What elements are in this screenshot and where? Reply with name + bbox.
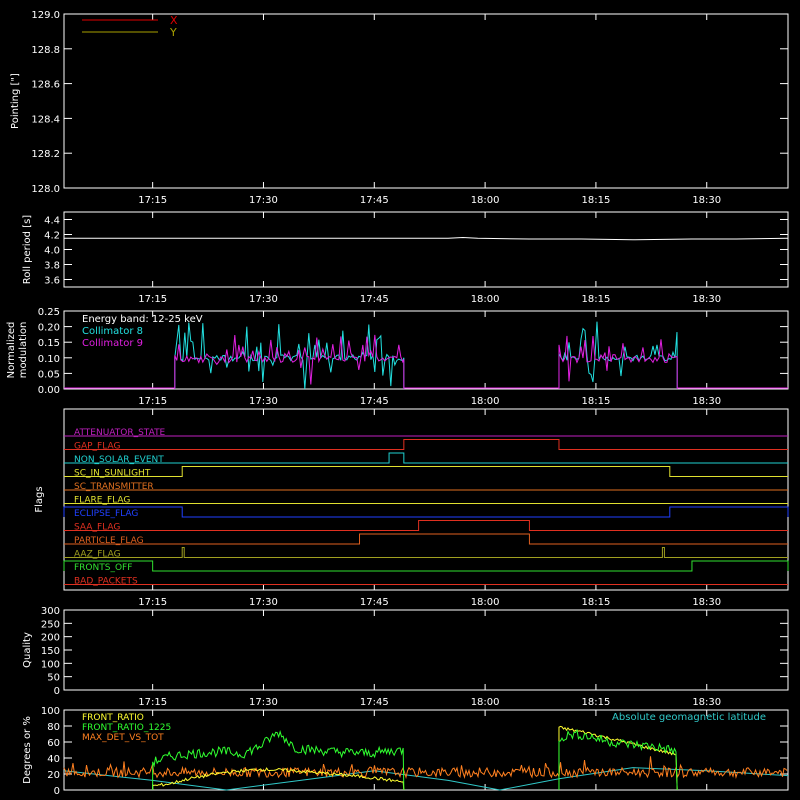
roll-ytick-label: 3.6: [44, 276, 60, 287]
modulation-xtick-label: 17:30: [249, 396, 278, 407]
roll-xtick-label: 18:30: [692, 294, 721, 305]
modulation-ytick-label: 0.20: [38, 323, 60, 334]
ratios-ytick-label: 100: [41, 706, 60, 717]
pointing-xtick-label: 18:30: [692, 195, 721, 206]
modulation-xtick-label: 17:15: [138, 396, 167, 407]
rhessi-quicklook-figure: 17:15 17:30 17:45 18:00 18:15 18:30 128.0 128.2…: [0, 0, 800, 800]
quality-ytick-label: 250: [41, 619, 60, 630]
roll-xtick-label: 18:00: [471, 294, 500, 305]
roll-ytick-label: 3.8: [44, 261, 60, 272]
modulation-xtick-label: 17:45: [360, 396, 389, 407]
ratios-ytick-label: 20: [47, 770, 60, 781]
modulation-legend-c8: Collimator 8: [82, 326, 143, 337]
modulation-ytick-label: 0.00: [38, 385, 60, 396]
ratios-legend-front-ratio-1225: FRONT_RATIO_1225: [82, 723, 171, 733]
roll-xtick-label: 17:15: [138, 294, 167, 305]
quality-xtick-label: 17:15: [138, 697, 167, 708]
quality-ytick-label: 150: [41, 646, 60, 657]
pointing-ytick-label: 128.4: [31, 114, 60, 125]
roll-xtick-label: 18:15: [582, 294, 611, 305]
ratios-legend-max-det-vs-tot: MAX_DET_VS_TOT: [82, 733, 164, 743]
roll-ylabel: Roll period [s]: [22, 215, 33, 284]
pointing-ylabel: Pointing ["]: [10, 73, 21, 129]
pointing-ytick-label: 128.6: [31, 80, 60, 91]
ratios-legend-front-ratio: FRONT_RATIO: [82, 713, 144, 723]
quality-xtick-label: 17:45: [360, 697, 389, 708]
quality-ytick-label: 300: [41, 606, 60, 617]
quality-ytick-label: 100: [41, 659, 60, 670]
modulation-ytick-label: 0.25: [38, 307, 60, 318]
modulation-xtick-label: 18:15: [582, 396, 611, 407]
roll-ytick-label: 4.2: [44, 231, 60, 242]
modulation-xtick-label: 18:30: [692, 396, 721, 407]
modulation-ylabel-1: Normalized: [6, 322, 17, 379]
modulation-annotation: Energy band: 12-25 keV: [82, 314, 203, 325]
modulation-legend-c9: Collimator 9: [82, 338, 143, 349]
pointing-xtick-label: 17:30: [249, 195, 278, 206]
pointing-xtick-label: 18:00: [471, 195, 500, 206]
flag-label-eclipse-flag: ECLIPSE_FLAG: [74, 509, 138, 519]
flags-xtick-label: 17:15: [138, 597, 167, 608]
pointing-ytick-label: 128.2: [31, 149, 60, 160]
flag-label-fronts-off: FRONTS_OFF: [74, 563, 132, 573]
modulation-xtick-label: 18:00: [471, 396, 500, 407]
pointing-xtick-label: 18:15: [582, 195, 611, 206]
figure-background: [0, 0, 800, 800]
pointing-ytick-label: 128.0: [31, 184, 60, 195]
roll-xtick-label: 17:45: [360, 294, 389, 305]
pointing-ytick-label: 128.8: [31, 45, 60, 56]
pointing-xtick-label: 17:45: [360, 195, 389, 206]
roll-ytick-label: 4.0: [44, 246, 60, 257]
roll-xtick-label: 17:30: [249, 294, 278, 305]
quality-xtick-label: 18:30: [692, 697, 721, 708]
quality-ylabel: Quality: [22, 632, 33, 668]
flags-ylabel: Flags: [34, 486, 45, 512]
ratios-ytick-label: 40: [47, 754, 60, 765]
quality-ytick-label: 0: [54, 686, 60, 697]
quality-xtick-label: 18:00: [471, 697, 500, 708]
quality-ytick-label: 50: [47, 673, 60, 684]
quality-ytick-label: 200: [41, 633, 60, 644]
flags-xtick-label: 17:30: [249, 597, 278, 608]
modulation-ytick-label: 0.05: [38, 369, 60, 380]
roll-ytick-label: 4.4: [44, 216, 60, 227]
flags-xtick-label: 18:15: [582, 597, 611, 608]
quality-xtick-label: 18:15: [582, 697, 611, 708]
quality-xtick-label: 17:30: [249, 697, 278, 708]
modulation-ylabel-2: modulation: [18, 322, 29, 379]
ratios-right-label: Absolute geomagnetic latitude: [612, 712, 766, 723]
modulation-ytick-label: 0.10: [38, 354, 60, 365]
flags-xtick-label: 18:30: [692, 597, 721, 608]
pointing-xtick-label: 17:15: [138, 195, 167, 206]
pointing-ytick-label: 129.0: [31, 10, 60, 21]
modulation-ytick-label: 0.15: [38, 338, 60, 349]
ratios-ylabel: Degrees or %: [22, 716, 33, 784]
ratios-ytick-label: 80: [47, 722, 60, 733]
ratios-ytick-label: 0: [54, 786, 60, 797]
ratios-ytick-label: 60: [47, 738, 60, 749]
pointing-legend-y: Y: [169, 26, 177, 39]
flags-xtick-label: 17:45: [360, 597, 389, 608]
flags-xtick-label: 18:00: [471, 597, 500, 608]
